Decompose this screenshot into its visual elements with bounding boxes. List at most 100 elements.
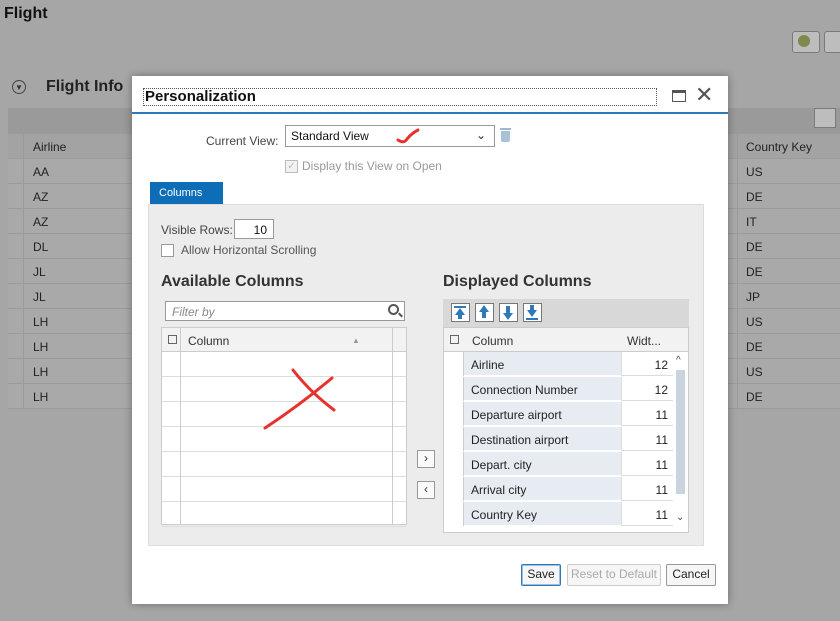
available-column-header[interactable]: Column bbox=[188, 334, 229, 348]
airline-cell: DL bbox=[33, 240, 49, 254]
visible-rows-label: Visible Rows: bbox=[161, 223, 233, 237]
select-all-icon[interactable] bbox=[168, 335, 177, 344]
country-cell: DE bbox=[737, 184, 840, 208]
list-item[interactable]: Arrival city 11 bbox=[444, 477, 688, 502]
country-cell: US bbox=[737, 359, 840, 383]
reset-to-default-button[interactable]: Reset to Default bbox=[567, 564, 661, 586]
empty-row bbox=[162, 452, 406, 477]
displayed-columns-table: Column Widt... Airline 12 Connection Numbe… bbox=[443, 327, 689, 533]
width-column-header[interactable]: Widt... bbox=[627, 334, 661, 348]
column-width-input[interactable]: 11 bbox=[621, 402, 674, 426]
column-name: Country Key bbox=[464, 502, 621, 526]
displayed-column-header[interactable]: Column bbox=[472, 334, 513, 348]
tab-columns[interactable]: Columns bbox=[150, 182, 223, 204]
move-toolbar bbox=[443, 299, 689, 327]
table-personalize-button[interactable] bbox=[814, 108, 836, 128]
current-view-value: Standard View bbox=[291, 129, 369, 143]
move-to-bottom-button[interactable] bbox=[523, 303, 542, 322]
column-width-input[interactable]: 11 bbox=[621, 427, 674, 451]
maximize-icon[interactable] bbox=[672, 90, 686, 102]
empty-row bbox=[162, 477, 406, 502]
scroll-down-icon[interactable]: ⌄ bbox=[676, 512, 684, 523]
column-name: Destination airport bbox=[464, 427, 621, 451]
checkbox-checked-icon: ✓ bbox=[285, 159, 298, 173]
close-icon[interactable]: ✕ bbox=[695, 84, 713, 106]
country-cell: JP bbox=[737, 284, 840, 308]
empty-row bbox=[162, 502, 406, 527]
scroll-thumb[interactable] bbox=[676, 370, 685, 494]
column-name: Arrival city bbox=[464, 477, 621, 501]
move-to-top-button[interactable] bbox=[451, 303, 470, 322]
person-icon bbox=[798, 35, 810, 47]
column-width-input[interactable]: 12 bbox=[621, 377, 674, 401]
visible-rows-input[interactable]: 10 bbox=[234, 219, 274, 239]
airline-cell: LH bbox=[33, 390, 49, 404]
airline-cell: LH bbox=[33, 340, 49, 354]
country-cell: US bbox=[737, 159, 840, 183]
column-name: Departure airport bbox=[464, 402, 621, 426]
country-cell: DE bbox=[737, 234, 840, 258]
country-cell: DE bbox=[737, 259, 840, 283]
available-header-row: Column ▲ bbox=[162, 328, 406, 352]
section-title: Flight Info bbox=[46, 78, 124, 95]
cancel-button[interactable]: Cancel bbox=[666, 564, 716, 586]
add-column-button[interactable]: › bbox=[417, 450, 435, 468]
allow-horizontal-scrolling-checkbox[interactable]: Allow Horizontal Scrolling bbox=[161, 243, 316, 257]
page-title: Flight bbox=[4, 5, 48, 22]
airline-cell: LH bbox=[33, 365, 49, 379]
column-name: Depart. city bbox=[464, 452, 621, 476]
displayed-columns-heading: Displayed Columns bbox=[443, 273, 592, 290]
remove-column-button[interactable]: ‹ bbox=[417, 481, 435, 499]
col-country-key[interactable]: Country Key bbox=[737, 134, 840, 158]
empty-row bbox=[162, 377, 406, 402]
display-on-open-label: Display this View on Open bbox=[302, 159, 442, 173]
search-icon[interactable] bbox=[388, 304, 399, 315]
settings-button[interactable] bbox=[824, 31, 840, 53]
available-columns-heading: Available Columns bbox=[161, 273, 304, 290]
delete-view-icon[interactable] bbox=[500, 128, 511, 142]
select-all-icon[interactable] bbox=[450, 335, 459, 344]
current-view-select[interactable]: Standard View ⌄ bbox=[285, 125, 495, 147]
column-width-input[interactable]: 12 bbox=[621, 352, 674, 376]
list-item[interactable]: Depart. city 11 bbox=[444, 452, 688, 477]
personalize-button[interactable] bbox=[792, 31, 820, 53]
display-on-open-checkbox[interactable]: ✓ Display this View on Open bbox=[285, 159, 442, 173]
current-view-label: Current View: bbox=[206, 134, 279, 148]
section-header[interactable]: ▼ Flight Info bbox=[12, 78, 123, 96]
filter-input[interactable]: Filter by bbox=[165, 301, 405, 321]
dialog-header: Personalization ✕ bbox=[132, 76, 728, 114]
displayed-scrollbar[interactable]: ^ ⌄ bbox=[673, 352, 688, 532]
available-columns-table: Column ▲ bbox=[161, 327, 407, 527]
list-item[interactable]: Destination airport 11 bbox=[444, 427, 688, 452]
column-width-input[interactable]: 11 bbox=[621, 502, 674, 526]
country-cell: IT bbox=[737, 209, 840, 233]
allow-horizontal-scrolling-label: Allow Horizontal Scrolling bbox=[181, 243, 317, 257]
empty-row bbox=[162, 402, 406, 427]
list-item[interactable]: Departure airport 11 bbox=[444, 402, 688, 427]
move-down-button[interactable] bbox=[499, 303, 518, 322]
airline-cell: AZ bbox=[33, 190, 49, 204]
airline-cell: JL bbox=[33, 290, 46, 304]
displayed-header-row: Column Widt... bbox=[444, 328, 688, 352]
list-item[interactable]: Country Key 11 bbox=[444, 502, 688, 527]
sort-icon[interactable]: ▲ bbox=[352, 336, 360, 345]
columns-panel: Visible Rows: 10 Allow Horizontal Scroll… bbox=[148, 204, 704, 546]
chevron-down-icon: ⌄ bbox=[475, 128, 486, 142]
list-item[interactable]: Connection Number 12 bbox=[444, 377, 688, 402]
airline-cell: LH bbox=[33, 315, 49, 329]
airline-cell: AZ bbox=[33, 215, 49, 229]
column-name: Connection Number bbox=[464, 377, 621, 401]
personalization-dialog: Personalization ✕ Current View: Standard… bbox=[132, 76, 728, 604]
country-cell: DE bbox=[737, 334, 840, 358]
list-item[interactable]: Airline 12 bbox=[444, 352, 688, 377]
collapse-icon[interactable]: ▼ bbox=[12, 80, 26, 94]
move-up-button[interactable] bbox=[475, 303, 494, 322]
empty-row bbox=[162, 427, 406, 452]
scroll-up-icon[interactable]: ^ bbox=[676, 355, 681, 366]
column-name: Airline bbox=[464, 352, 621, 376]
column-width-input[interactable]: 11 bbox=[621, 477, 674, 501]
country-cell: US bbox=[737, 309, 840, 333]
column-width-input[interactable]: 11 bbox=[621, 452, 674, 476]
col-airline[interactable]: Airline bbox=[33, 140, 66, 154]
save-button[interactable]: Save bbox=[521, 564, 561, 586]
